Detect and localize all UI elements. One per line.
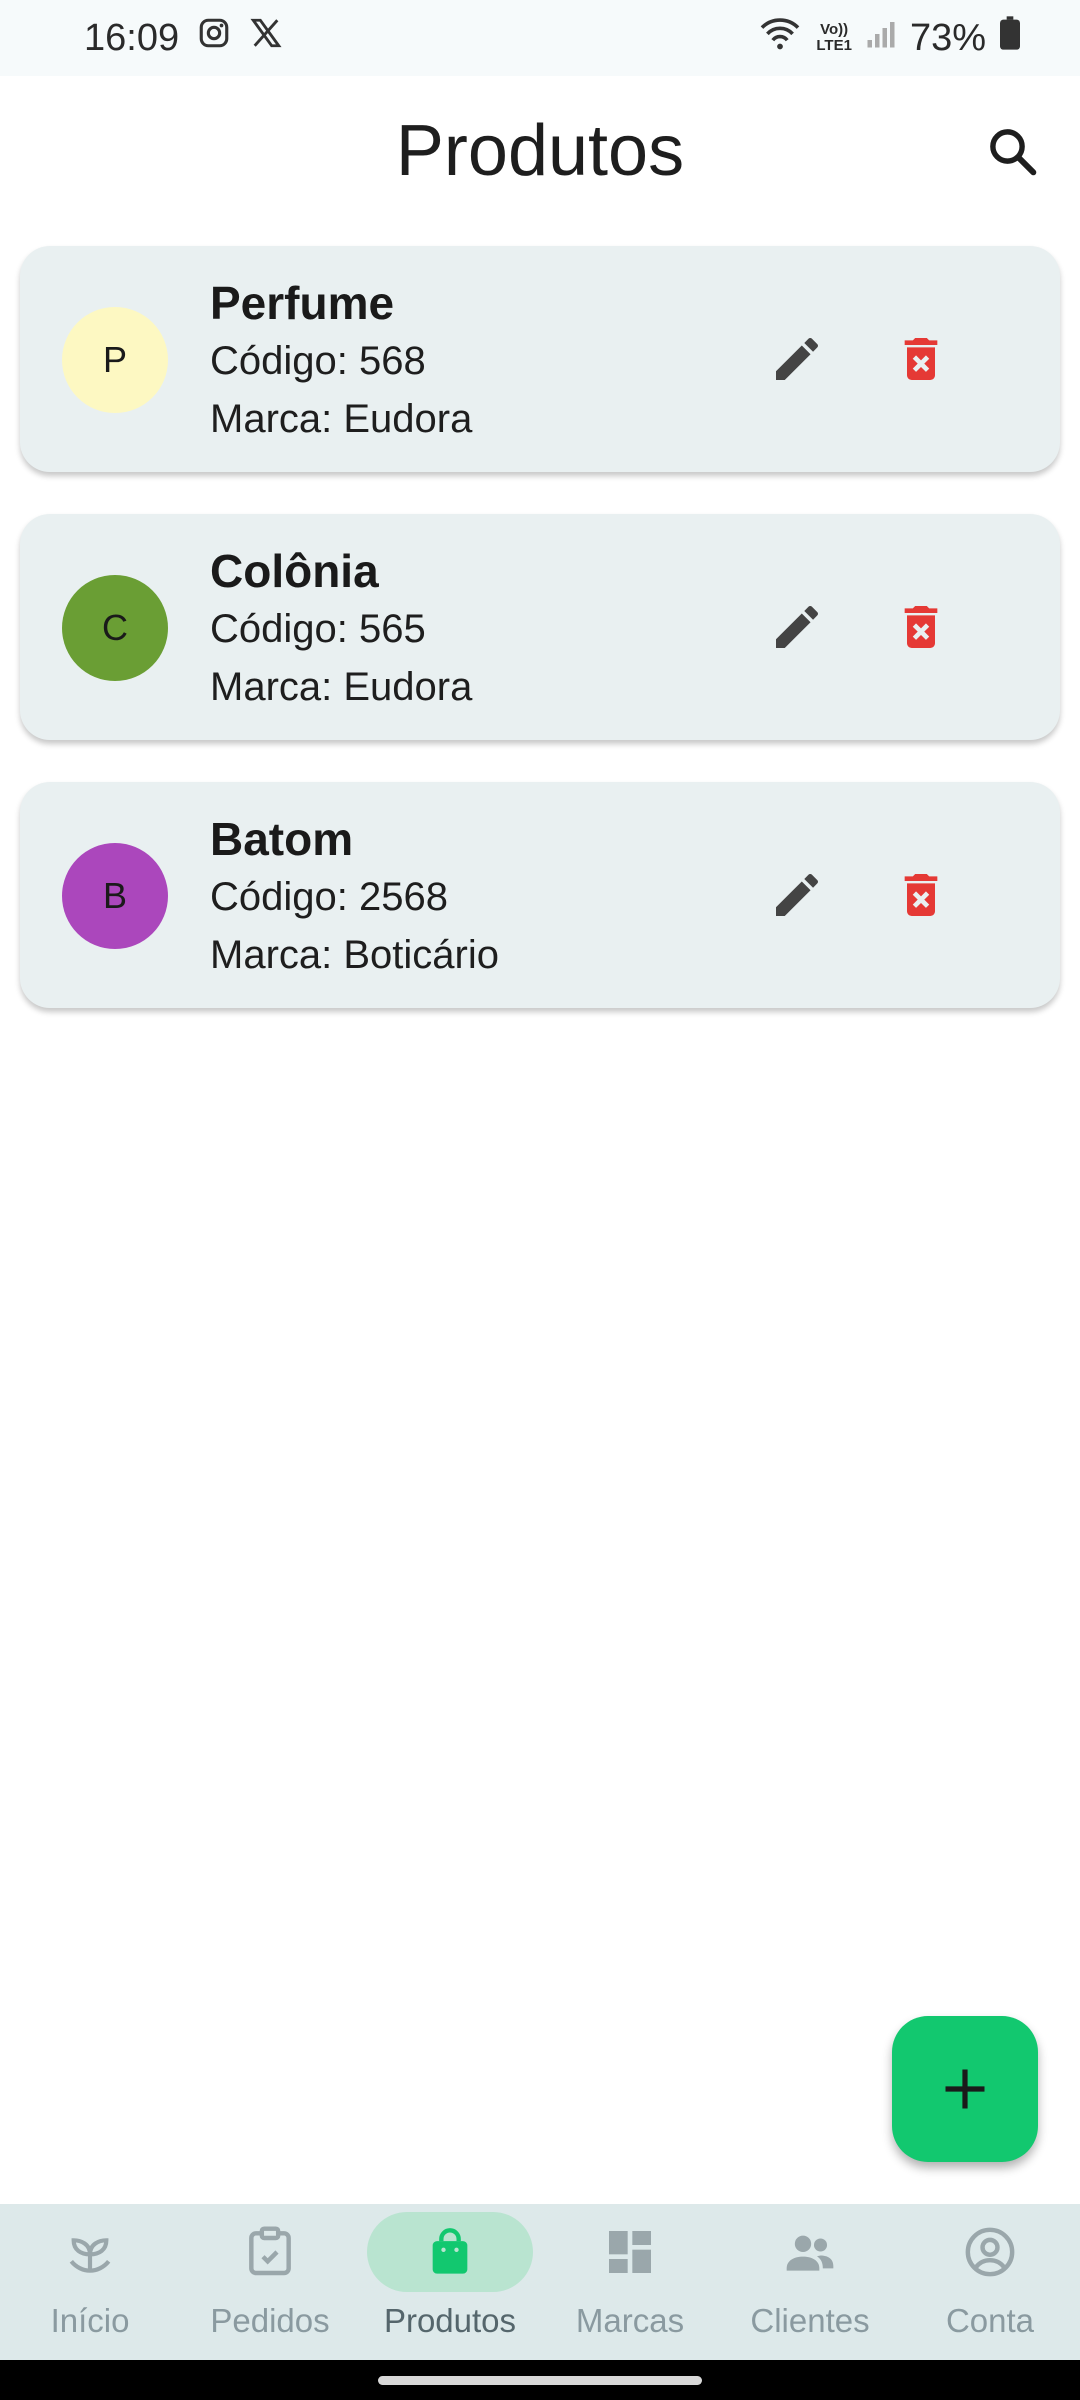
nav-item-marcas[interactable]: Marcas: [540, 2204, 720, 2360]
nav-label: Produtos: [383, 2302, 517, 2339]
status-left: 16:09: [84, 16, 283, 60]
nav-label: Clientes: [750, 2302, 870, 2339]
add-product-button[interactable]: [892, 2016, 1038, 2162]
sprout-icon: [69, 2238, 111, 2273]
account-circle-icon: [965, 2227, 1015, 2277]
x-icon: [249, 16, 283, 60]
status-right: Vo)) LTE1 73%: [758, 15, 1020, 61]
product-brand: Marca: Eudora: [210, 397, 473, 441]
nav-icon-container: [7, 2212, 173, 2292]
bottom-navigation: Início Pedidos Produtos Marcas Clientes …: [0, 2204, 1080, 2360]
product-code: Código: 2568: [210, 875, 448, 919]
page-title: Produtos: [395, 111, 685, 191]
system-gesture-bar: [0, 2360, 1080, 2400]
clipboard-check-icon: [249, 2226, 291, 2276]
nav-label: Marcas: [575, 2302, 685, 2339]
volte-indicator: Vo)) LTE1: [816, 22, 852, 54]
product-brand: Marca: Boticário: [210, 933, 499, 977]
edit-button[interactable]: [762, 592, 832, 662]
nav-label: Conta: [945, 2302, 1035, 2339]
product-card[interactable]: B Batom Código: 2568 Marca: Boticário: [20, 782, 1060, 1008]
product-name: Batom: [210, 813, 354, 865]
nav-item-produtos[interactable]: Produtos: [360, 2204, 540, 2360]
delete-forever-icon: [904, 338, 938, 380]
product-name: Colônia: [210, 545, 379, 597]
instagram-icon: [197, 16, 231, 60]
delete-button[interactable]: [886, 860, 956, 930]
delete-forever-icon: [904, 874, 938, 916]
nav-item-pedidos[interactable]: Pedidos: [180, 2204, 360, 2360]
nav-icon-container: [367, 2212, 533, 2292]
dashboard-icon: [609, 2231, 651, 2273]
nav-icon-container: [547, 2212, 713, 2292]
nav-item-inicio[interactable]: Início: [0, 2204, 180, 2360]
nav-item-clientes[interactable]: Clientes: [720, 2204, 900, 2360]
avatar: B: [62, 843, 168, 949]
product-info: Perfume Código: 568 Marca: Eudora: [210, 274, 472, 448]
avatar: C: [62, 575, 168, 681]
product-info: Batom Código: 2568 Marca: Boticário: [210, 810, 499, 984]
volte-top: Vo)): [820, 21, 849, 38]
nav-icon-container: [907, 2212, 1073, 2292]
nav-label: Pedidos: [210, 2302, 330, 2339]
product-card[interactable]: C Colônia Código: 565 Marca: Eudora: [20, 514, 1060, 740]
wifi-icon: [758, 15, 802, 61]
pencil-icon: [776, 605, 819, 648]
shopping-bag-icon: [432, 2228, 468, 2274]
edit-button[interactable]: [762, 324, 832, 394]
people-icon: [786, 2235, 834, 2271]
product-code: Código: 565: [210, 607, 426, 651]
nav-label: Início: [50, 2302, 130, 2339]
product-list: P Perfume Código: 568 Marca: Eudora C Co…: [20, 246, 1060, 1050]
nav-icon-container: [187, 2212, 353, 2292]
product-code: Código: 568: [210, 339, 426, 383]
edit-button[interactable]: [762, 860, 832, 930]
status-time: 16:09: [84, 16, 180, 59]
pencil-icon: [776, 873, 819, 916]
plus-icon: [945, 2069, 985, 2109]
product-info: Colônia Código: 565 Marca: Eudora: [210, 542, 472, 716]
avatar: P: [62, 307, 168, 413]
signal-icon: [866, 17, 896, 60]
search-button[interactable]: [980, 119, 1044, 183]
nav-icon-container: [727, 2212, 893, 2292]
product-card[interactable]: P Perfume Código: 568 Marca: Eudora: [20, 246, 1060, 472]
status-bar: 16:09 Vo)) LTE1 73%: [0, 0, 1080, 76]
battery-icon: [1000, 16, 1020, 60]
pencil-icon: [776, 337, 819, 380]
delete-forever-icon: [904, 606, 938, 648]
app-bar: Produtos: [0, 76, 1080, 226]
product-name: Perfume: [210, 277, 395, 329]
nav-item-conta[interactable]: Conta: [900, 2204, 1080, 2360]
product-brand: Marca: Eudora: [210, 665, 473, 709]
delete-button[interactable]: [886, 592, 956, 662]
battery-percent: 73%: [909, 16, 986, 59]
delete-button[interactable]: [886, 324, 956, 394]
search-icon: [990, 129, 1037, 176]
volte-bottom: LTE1: [816, 37, 852, 54]
home-gesture-handle[interactable]: [378, 2376, 702, 2385]
